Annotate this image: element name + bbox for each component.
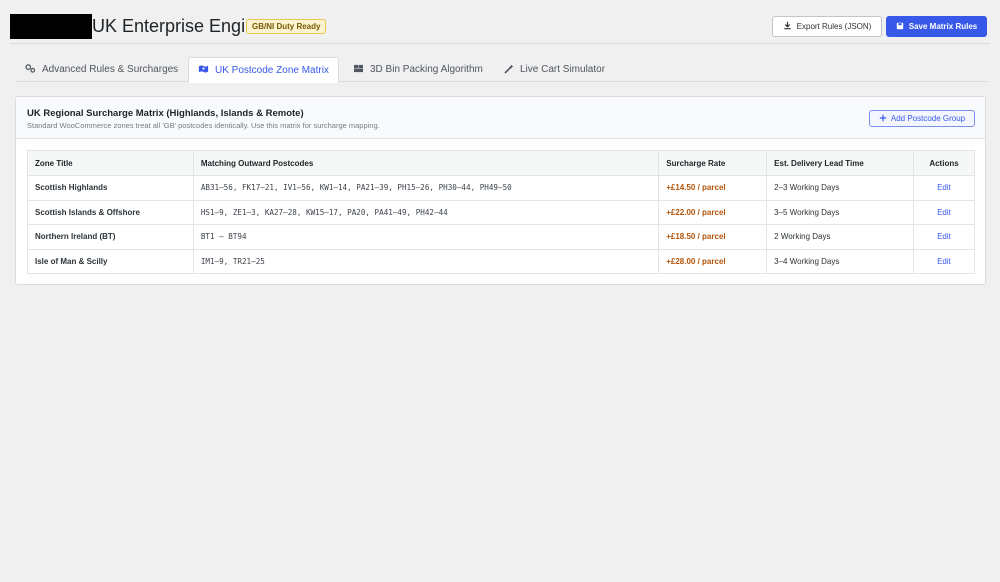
postcodes-cell: HS1–9, ZE1–3, KA27–28, KW15–17, PA20, PA…	[192, 199, 660, 225]
tab-postcode-matrix[interactable]: UK Postcode Zone Matrix	[188, 57, 339, 83]
boxes-icon	[353, 64, 364, 75]
tab-bar: Advanced Rules & Surcharges UK Postcode …	[16, 57, 988, 83]
add-postcode-group-button[interactable]: Add Postcode Group	[869, 110, 975, 127]
edit-link[interactable]: Edit	[937, 232, 951, 241]
table-header-row: Zone Title Matching Outward Postcodes Su…	[27, 150, 975, 176]
table-row: Scottish Islands & Offshore HS1–9, ZE1–3…	[27, 199, 975, 225]
save-icon	[896, 22, 904, 32]
tab-label: UK Postcode Zone Matrix	[215, 64, 329, 76]
app-title: UK Enterprise Engine	[92, 16, 266, 36]
zone-title-cell: Isle of Man & Scilly	[27, 248, 194, 274]
edit-link[interactable]: Edit	[937, 208, 951, 217]
export-rules-button[interactable]: Export Rules (JSON)	[772, 16, 882, 37]
lead-time-cell: 2–3 Working Days	[766, 175, 914, 201]
tab-cart-simulator[interactable]: Live Cart Simulator	[495, 57, 614, 82]
surcharge-rate-cell: +£22.00 / parcel	[658, 199, 768, 225]
wand-icon	[504, 64, 514, 76]
add-postcode-group-label: Add Postcode Group	[890, 114, 966, 123]
tab-bin-packing[interactable]: 3D Bin Packing Algorithm	[344, 57, 492, 82]
tab-label: Advanced Rules & Surcharges	[42, 64, 179, 75]
column-header: Actions	[913, 150, 975, 176]
panel-subtitle: Standard WooCommerce zones treat all 'GB…	[27, 121, 380, 130]
app-header: UK Enterprise Engine GB/NI Duty Ready Ex…	[10, 14, 990, 44]
zone-title-cell: Scottish Highlands	[27, 175, 194, 201]
surcharge-rate-cell: +£18.50 / parcel	[658, 224, 768, 250]
gears-icon	[25, 64, 36, 75]
panel-title: UK Regional Surcharge Matrix (Highlands,…	[27, 108, 304, 119]
table-row: Scottish Highlands AB31–56, FK17–21, IV1…	[27, 175, 975, 201]
actions-cell: Edit	[913, 224, 975, 250]
tab-advanced-rules[interactable]: Advanced Rules & Surcharges	[16, 57, 187, 82]
surcharge-matrix-panel: UK Regional Surcharge Matrix (Highlands,…	[15, 96, 986, 285]
lead-time-cell: 3–5 Working Days	[766, 199, 914, 225]
surcharge-rate-cell: +£14.50 / parcel	[658, 175, 768, 201]
surcharge-rate-cell: +£28.00 / parcel	[658, 248, 768, 274]
postcodes-cell: IM1–9, TR21–25	[192, 248, 660, 274]
postcode-zone-table: Zone Title Matching Outward Postcodes Su…	[27, 150, 975, 274]
redacted-logo	[10, 14, 92, 39]
table-row: Northern Ireland (BT) BT1 – BT94 +£18.50…	[27, 224, 975, 250]
lead-time-cell: 3–4 Working Days	[766, 248, 914, 274]
lead-time-cell: 2 Working Days	[766, 224, 914, 250]
save-matrix-button[interactable]: Save Matrix Rules	[886, 16, 987, 37]
actions-cell: Edit	[913, 175, 975, 201]
panel-header: UK Regional Surcharge Matrix (Highlands,…	[16, 97, 985, 139]
postcodes-cell: AB31–56, FK17–21, IV1–56, KW1–14, PA21–3…	[192, 175, 660, 201]
tab-label: Live Cart Simulator	[520, 64, 606, 75]
plus-icon	[879, 114, 887, 124]
edit-link[interactable]: Edit	[937, 183, 951, 192]
table-row: Isle of Man & Scilly IM1–9, TR21–25 +£28…	[27, 248, 975, 274]
zone-title-cell: Northern Ireland (BT)	[27, 224, 194, 250]
column-header: Surcharge Rate	[658, 150, 768, 176]
actions-cell: Edit	[913, 199, 975, 225]
download-icon	[783, 21, 792, 32]
column-header: Zone Title	[27, 150, 194, 176]
status-badge: GB/NI Duty Ready	[246, 19, 327, 34]
zone-title-cell: Scottish Islands & Offshore	[27, 199, 194, 225]
save-matrix-label: Save Matrix Rules	[908, 22, 978, 31]
column-header: Matching Outward Postcodes	[192, 150, 660, 176]
tab-label: 3D Bin Packing Algorithm	[370, 64, 483, 75]
map-icon	[198, 64, 209, 76]
export-rules-label: Export Rules (JSON)	[796, 22, 872, 31]
postcodes-cell: BT1 – BT94	[192, 224, 660, 250]
column-header: Est. Delivery Lead Time	[766, 150, 914, 176]
edit-link[interactable]: Edit	[937, 257, 951, 266]
actions-cell: Edit	[913, 248, 975, 274]
